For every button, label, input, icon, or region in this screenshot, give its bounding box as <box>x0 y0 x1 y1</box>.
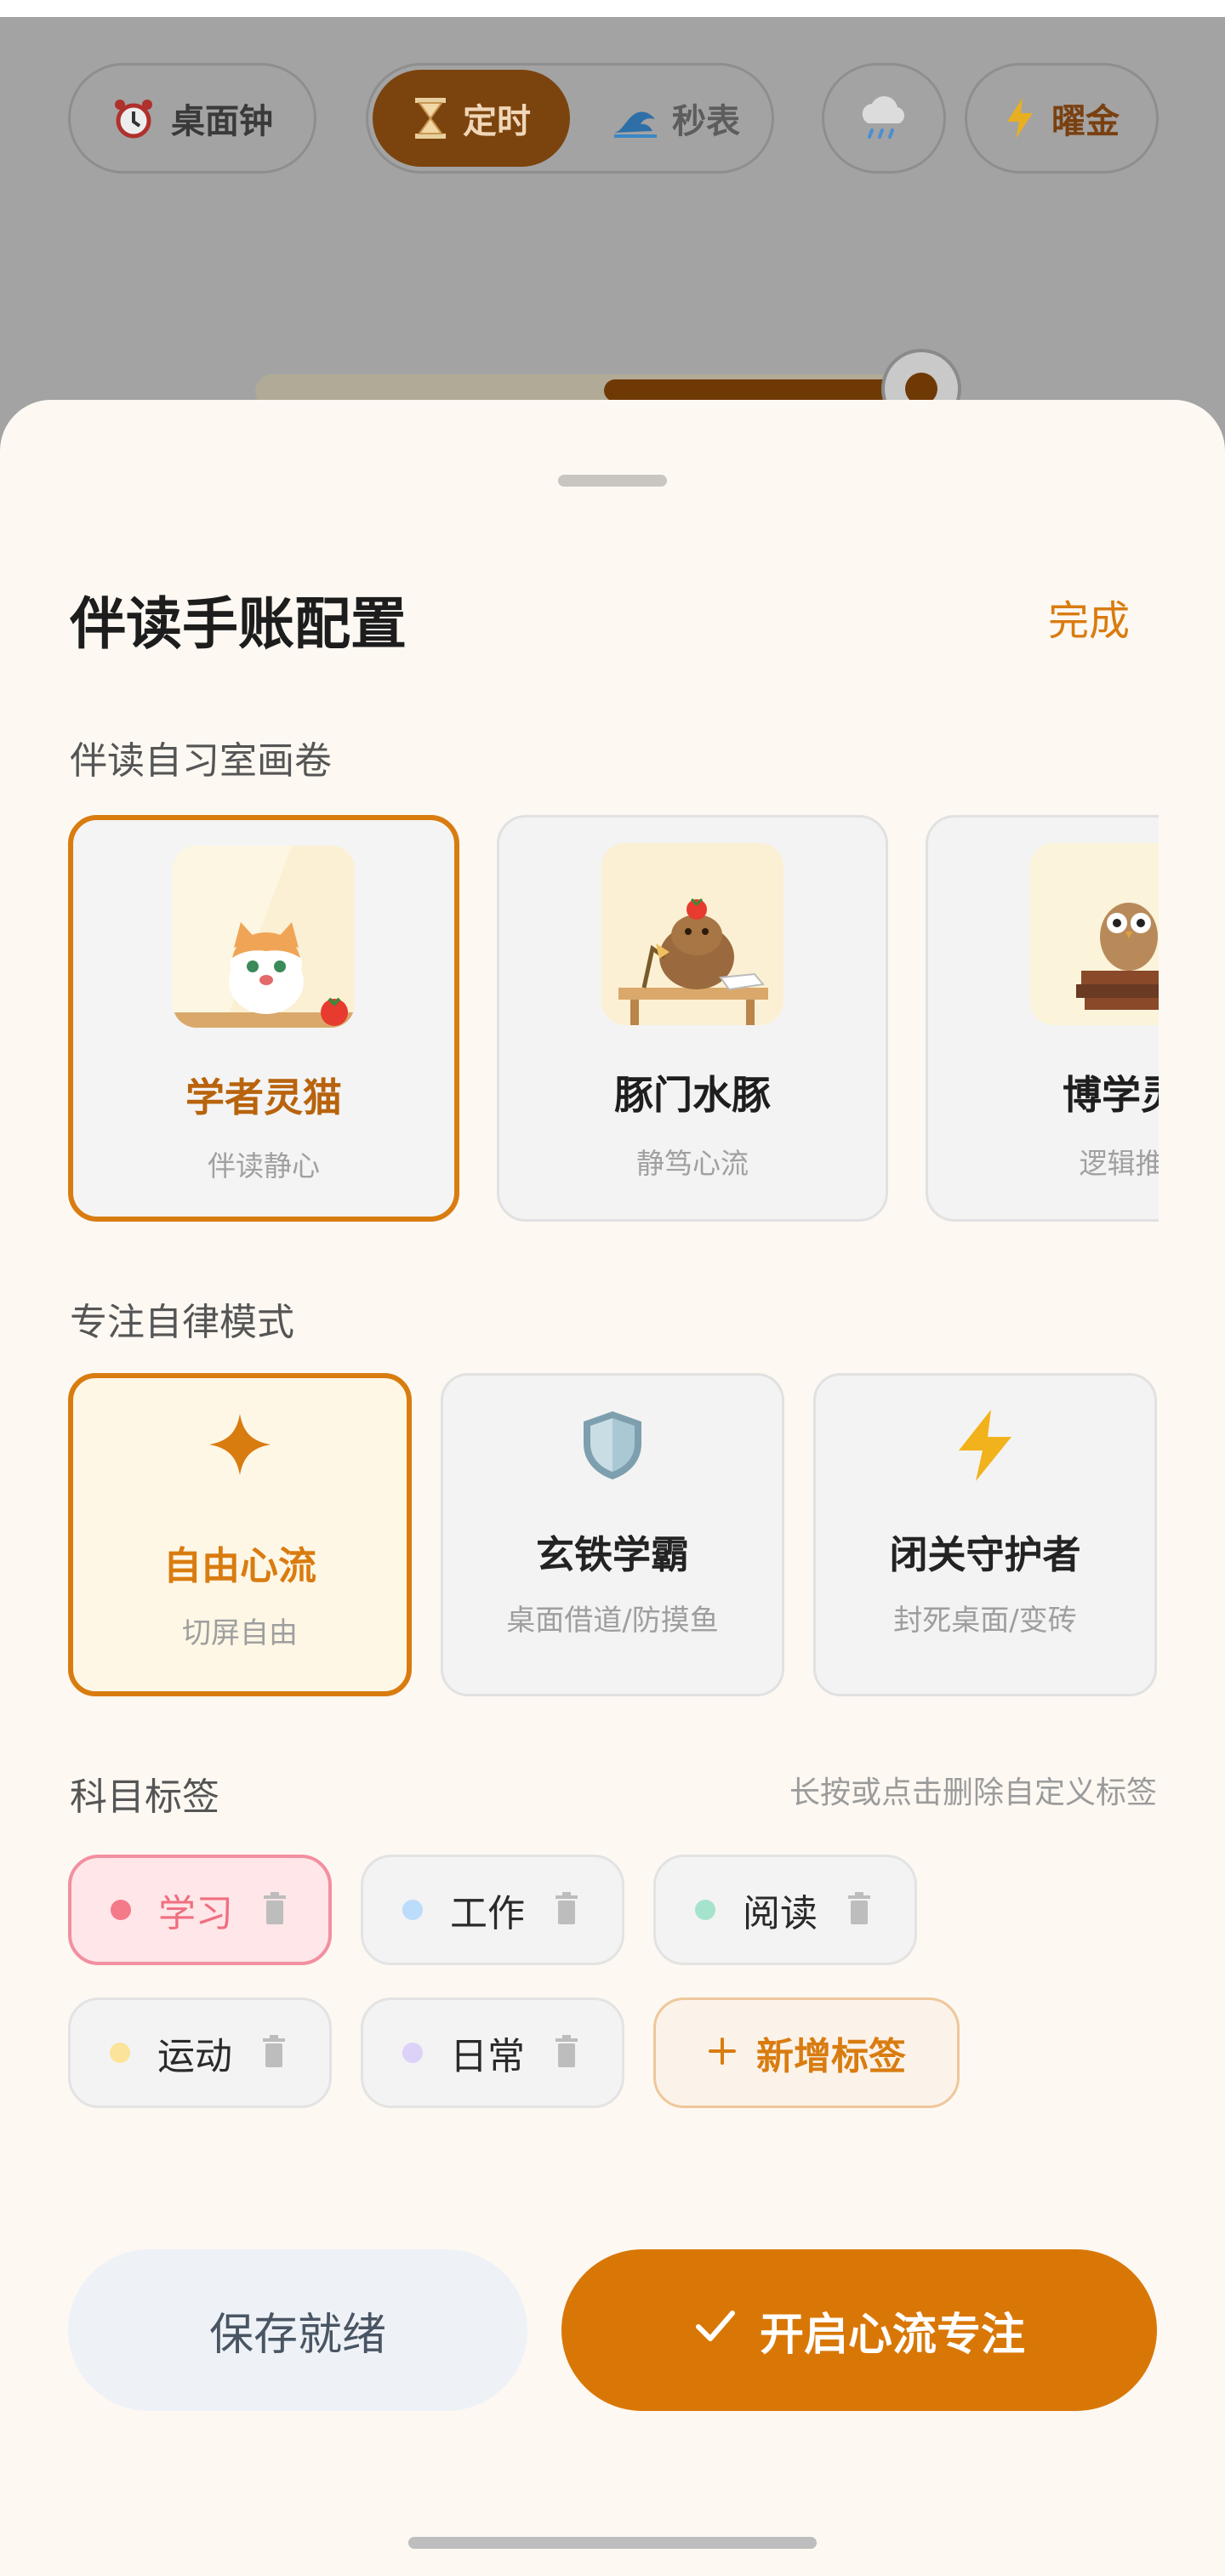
hourglass-icon <box>412 96 449 140</box>
save-ready-button[interactable]: 保存就绪 <box>68 2249 527 2411</box>
shield-icon <box>443 1408 782 1483</box>
mode-card-free-flow[interactable]: 自由心流 切屏自由 <box>68 1373 412 1696</box>
scene-card-cat[interactable]: 学者灵猫 伴读静心 <box>68 815 459 1222</box>
start-focus-button[interactable]: 开启心流专注 <box>561 2249 1157 2411</box>
lightning-icon <box>816 1408 1154 1483</box>
trash-icon[interactable] <box>554 2035 579 2071</box>
mode-name: 闭关守护者 <box>889 1532 1081 1577</box>
scene-name: 豚门水豚 <box>614 1072 771 1118</box>
trash-icon[interactable] <box>261 2035 287 2071</box>
sheet-title: 伴读手账配置 <box>70 591 407 657</box>
tag-label: 工作 <box>450 1892 525 1935</box>
status-bar <box>0 0 1225 17</box>
add-tag-label: 新增标签 <box>756 2035 906 2078</box>
start-focus-label: 开启心流专注 <box>759 2309 1025 2361</box>
tag-color-dot <box>695 1900 715 1920</box>
scene-name: 学者灵猫 <box>185 1074 342 1120</box>
tags-hint: 长按或点击删除自定义标签 <box>789 1775 1157 1810</box>
trash-icon[interactable] <box>554 1892 579 1928</box>
scene-carousel[interactable]: 学者灵猫 伴读静心 豚门水豚 静笃心流 博学 逻辑推 <box>68 813 1159 1225</box>
theme-button[interactable]: 曜金 <box>965 63 1159 174</box>
tab-stopwatch-label: 秒表 <box>672 102 740 141</box>
owl-icon <box>1030 843 1159 1025</box>
tag-chip-daily[interactable]: 日常 <box>361 1998 624 2108</box>
tag-color-dot <box>402 2043 423 2063</box>
tag-label: 阅读 <box>743 1892 818 1935</box>
check-icon <box>693 2303 738 2358</box>
sheet-drag-handle[interactable] <box>558 475 667 487</box>
add-tag-button[interactable]: 新增标签 <box>653 1998 960 2108</box>
scene-card-capybara[interactable]: 豚门水豚 静笃心流 <box>497 815 888 1222</box>
tab-timer[interactable]: 定时 <box>373 70 570 167</box>
mode-subtitle: 封死桌面/变砖 <box>893 1604 1077 1638</box>
wave-icon <box>612 99 658 138</box>
mode-subtitle: 切屏自由 <box>182 1616 298 1650</box>
tag-chip-reading[interactable]: 阅读 <box>653 1855 917 1965</box>
tag-color-dot <box>110 2043 130 2063</box>
mode-subtitle: 桌面借道/防摸鱼 <box>506 1604 719 1638</box>
progress-fill <box>604 379 910 402</box>
theme-label: 曜金 <box>1051 102 1120 141</box>
cat-icon <box>173 846 355 1028</box>
rain-cloud-icon <box>857 93 911 144</box>
mode-name: 自由心流 <box>162 1543 316 1588</box>
mode-card-iron-scholar[interactable]: 玄铁学霸 桌面借道/防摸鱼 <box>441 1373 784 1696</box>
sparkle-icon <box>73 1411 407 1479</box>
modes-section-title: 专注自律模式 <box>70 1301 294 1344</box>
tags-section-title: 科目标签 <box>70 1775 219 1819</box>
alarm-clock-icon <box>111 96 156 140</box>
tag-chip-study[interactable]: 学习 <box>68 1855 332 1965</box>
tag-chip-work[interactable]: 工作 <box>361 1855 624 1965</box>
tag-label: 学习 <box>158 1892 233 1935</box>
capybara-icon <box>601 843 783 1025</box>
desk-clock-button[interactable]: 桌面钟 <box>68 63 316 174</box>
plus-icon <box>707 2036 738 2070</box>
scene-name: 博学灵 <box>1063 1072 1159 1118</box>
tag-label: 运动 <box>157 2035 232 2078</box>
tab-stopwatch[interactable]: 秒表 <box>587 70 766 167</box>
scenes-section-title: 伴读自习室画卷 <box>70 739 332 783</box>
tag-label: 日常 <box>450 2035 525 2078</box>
tab-timer-label: 定时 <box>463 102 531 141</box>
home-indicator <box>408 2537 817 2549</box>
trash-icon[interactable] <box>262 1892 288 1928</box>
mode-name: 玄铁学霸 <box>535 1532 689 1577</box>
scene-subtitle: 逻辑推 <box>1079 1147 1159 1180</box>
scene-subtitle: 静笃心流 <box>636 1147 749 1180</box>
trash-icon[interactable] <box>846 1892 872 1928</box>
done-button[interactable]: 完成 <box>1048 587 1130 647</box>
tag-chip-sport[interactable]: 运动 <box>68 1998 332 2108</box>
weather-button[interactable] <box>822 63 946 174</box>
lightning-icon <box>1004 96 1036 140</box>
tag-color-dot <box>111 1900 131 1920</box>
scene-card-owl[interactable]: 博学灵 逻辑推 <box>926 815 1159 1222</box>
tag-color-dot <box>402 1900 423 1920</box>
desk-clock-label: 桌面钟 <box>171 102 273 141</box>
scene-subtitle: 伴读静心 <box>208 1149 320 1183</box>
mode-card-seclusion-guardian[interactable]: 闭关守护者 封死桌面/变砖 <box>813 1373 1157 1696</box>
